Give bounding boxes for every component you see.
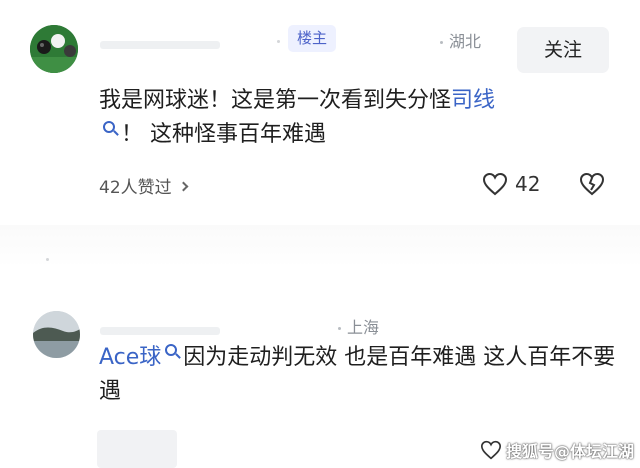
watermark: 搜狐号@体坛江湖: [480, 436, 634, 464]
location-text: 湖北: [449, 32, 482, 51]
chevron-right-icon: [178, 181, 189, 191]
next-comment-avatar-blurred: [97, 430, 177, 468]
watermark-text: 搜狐号@体坛江湖: [506, 442, 635, 461]
like-count: 42: [515, 172, 541, 196]
username-blurred[interactable]: [100, 327, 220, 335]
comment-divider: [0, 225, 640, 267]
search-icon[interactable]: [165, 344, 178, 356]
location-dot-icon: [338, 327, 341, 330]
comment-text: 我是网球迷！这是第一次看到失分怪司线 ！ 这种怪事百年难遇: [99, 84, 619, 152]
separator-dot: [46, 258, 49, 261]
keyword-link[interactable]: 司线: [451, 88, 495, 113]
likers-link[interactable]: 42人赞过: [99, 173, 189, 198]
avatar-image: [30, 25, 78, 73]
heart-icon: [480, 440, 502, 460]
keyword-link[interactable]: Ace球: [99, 345, 161, 370]
heart-icon: [482, 172, 508, 196]
comment-text-part: ！ 这种怪事百年难遇: [121, 122, 326, 147]
dislike-button[interactable]: [579, 171, 605, 197]
likers-text: 42人赞过: [99, 178, 172, 198]
location-label: 湖北: [440, 28, 481, 52]
location-label: 上海: [338, 314, 379, 338]
like-button[interactable]: 42: [482, 171, 540, 197]
avatar-image: [33, 311, 80, 358]
search-icon[interactable]: [103, 121, 115, 133]
username-blurred[interactable]: [100, 41, 220, 49]
follow-button[interactable]: 关注: [517, 27, 609, 73]
broken-heart-icon: [579, 172, 605, 196]
separator-dot: [277, 40, 280, 43]
location-text: 上海: [347, 318, 380, 337]
comment-text-part: 我是网球迷！这是第一次看到失分怪: [99, 88, 452, 113]
avatar[interactable]: [33, 311, 80, 358]
location-dot-icon: [440, 41, 443, 44]
avatar[interactable]: [30, 25, 78, 73]
comment-text: Ace球 因为走动判无效 也是百年难遇 这人百年不要遇: [99, 341, 629, 409]
op-badge: 楼主: [288, 25, 336, 52]
